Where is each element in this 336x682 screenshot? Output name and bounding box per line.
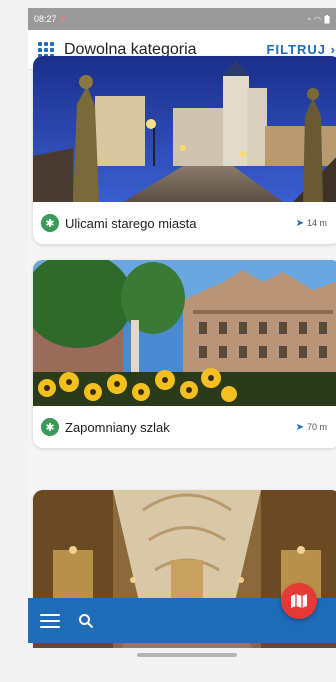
map-icon xyxy=(291,594,307,608)
navigation-arrow-icon: ➤ xyxy=(295,421,304,433)
route-title: Ulicami starego miasta xyxy=(65,215,197,231)
route-info: ✱ Zapomniany szlak ➤ 70 m xyxy=(33,406,336,448)
heart-icon: ♥ xyxy=(60,14,66,24)
route-distance: ➤ 70 m xyxy=(295,421,327,433)
route-photo-old-town xyxy=(33,56,336,202)
route-photo-forgotten-trail xyxy=(33,260,336,406)
status-time: 08:27 xyxy=(34,14,57,24)
chevron-right-icon: › xyxy=(330,42,336,57)
wifi-icon: ◠ xyxy=(314,14,321,24)
route-title: Zapomniany szlak xyxy=(65,419,170,435)
home-indicator xyxy=(137,653,237,657)
walking-icon: ✱ xyxy=(41,214,59,232)
route-card[interactable]: ✱ Ulicami starego miasta ➤ 14 m xyxy=(33,56,336,244)
route-card[interactable]: ✱ Zapomniany szlak ➤ 70 m xyxy=(33,260,336,448)
search-icon[interactable] xyxy=(78,613,94,629)
navigation-arrow-icon: ➤ xyxy=(295,217,304,229)
route-distance: ➤ 14 m xyxy=(295,217,327,229)
status-icons: ◔ ◠ xyxy=(306,14,330,24)
route-info: ✱ Ulicami starego miasta ➤ 14 m xyxy=(33,202,336,244)
battery-icon xyxy=(324,14,330,23)
status-bar: 08:27 ♥ ◔ ◠ xyxy=(28,8,336,30)
map-button[interactable] xyxy=(281,583,317,619)
walking-icon: ✱ xyxy=(41,418,59,436)
menu-icon[interactable] xyxy=(40,613,60,628)
app-screen: Dowolna kategoria FILTRUJ › ✱ Ulicami st… xyxy=(28,30,336,648)
alarm-icon: ◔ xyxy=(306,14,312,24)
filter-button[interactable]: FILTRUJ › xyxy=(267,42,336,57)
